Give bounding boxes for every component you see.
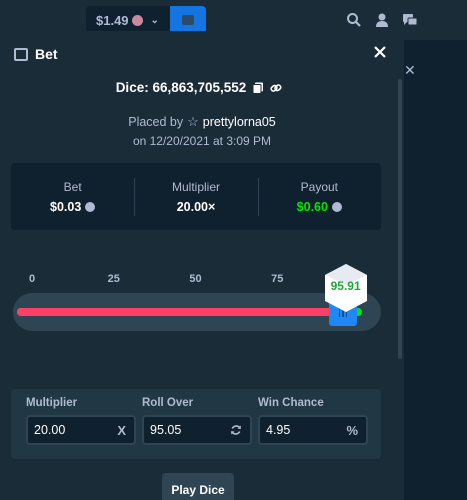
- bet-ticket-icon: [14, 47, 28, 61]
- roll-over-field: Roll Over: [142, 397, 252, 445]
- placed-by-row: Placed by ☆ prettylorna05: [0, 114, 404, 130]
- dice-result-value: 95.91: [330, 279, 361, 293]
- close-icon[interactable]: [373, 45, 387, 59]
- slider-tick: 0: [28, 273, 36, 285]
- roll-over-label: Roll Over: [142, 397, 194, 409]
- chevron-down-icon: ⌄: [150, 14, 159, 26]
- user-icon[interactable]: [374, 12, 390, 28]
- bet-id-row: Dice: 66,863,705,552: [0, 80, 404, 95]
- stat-bet-value: $0.03: [50, 199, 96, 214]
- stat-bet-label: Bet: [63, 179, 82, 194]
- slider-tick: 50: [189, 273, 202, 285]
- bet-inputs-panel: Multiplier X Roll Over Win Chance: [11, 389, 381, 459]
- placed-by-label: Placed by: [128, 115, 184, 129]
- stat-payout-value: $0.60: [297, 200, 342, 214]
- stat-multiplier-label: Multiplier: [171, 179, 220, 194]
- background-close-icon[interactable]: ✕: [404, 62, 416, 79]
- win-chance-input-box[interactable]: %: [258, 415, 368, 445]
- balance-value: $1.49: [96, 12, 129, 28]
- wallet-button[interactable]: [170, 6, 206, 34]
- multiplier-suffix: X: [117, 422, 126, 438]
- modal-title-text: Bet: [35, 46, 58, 62]
- bet-amount: $0.03: [50, 199, 82, 214]
- win-chance-field: Win Chance %: [258, 397, 368, 445]
- search-icon[interactable]: [346, 12, 362, 28]
- slider-lose-range: [17, 308, 343, 316]
- roll-over-input[interactable]: [150, 423, 220, 437]
- bet-stats-panel: Bet $0.03 Multiplier 20.00× Payout $0.60: [11, 163, 381, 230]
- star-icon: ☆: [187, 114, 199, 129]
- percent-suffix: %: [346, 422, 358, 438]
- bet-id: Dice: 66,863,705,552: [115, 80, 247, 95]
- balance-display[interactable]: $1.49 ⌄: [86, 6, 170, 34]
- slider-tick: 25: [107, 273, 120, 285]
- payout-amount: $0.60: [296, 199, 328, 214]
- stat-payout: Payout $0.60: [257, 163, 381, 230]
- play-dice-button[interactable]: Play Dice: [162, 473, 234, 500]
- link-icon[interactable]: [270, 82, 282, 94]
- wallet-icon: [182, 15, 194, 25]
- bet-date: on 12/20/2021 at 3:09 PM: [132, 134, 272, 148]
- chat-icon[interactable]: [402, 12, 418, 28]
- stat-multiplier-value: 20.00×: [176, 199, 216, 214]
- multiplier-input[interactable]: [34, 423, 104, 437]
- slider-track[interactable]: [17, 308, 362, 316]
- roll-over-input-box[interactable]: [142, 415, 252, 445]
- modal-title: Bet: [14, 46, 58, 62]
- modal-header: Bet: [0, 31, 404, 77]
- multiplier-field: Multiplier X: [26, 397, 136, 445]
- stat-bet: Bet $0.03: [11, 163, 134, 230]
- background-panel: [404, 40, 467, 500]
- multiplier-label: Multiplier: [26, 397, 78, 409]
- swap-roll-icon[interactable]: [230, 424, 242, 436]
- stat-multiplier: Multiplier 20.00×: [134, 163, 257, 230]
- copy-icon[interactable]: [252, 82, 264, 94]
- win-chance-input[interactable]: [266, 423, 336, 437]
- win-chance-label: Win Chance: [258, 397, 324, 409]
- bet-details-modal: Bet Dice: 66,863,705,552 Placed by ☆ pre…: [0, 31, 404, 500]
- slider-tick: 75: [271, 273, 284, 285]
- username-link[interactable]: prettylorna05: [203, 115, 276, 129]
- stat-payout-label: Payout: [300, 179, 338, 194]
- currency-coin-icon: [131, 14, 143, 26]
- multiplier-input-box[interactable]: X: [26, 415, 136, 445]
- currency-coin-icon: [85, 201, 96, 212]
- currency-coin-icon: [331, 201, 342, 212]
